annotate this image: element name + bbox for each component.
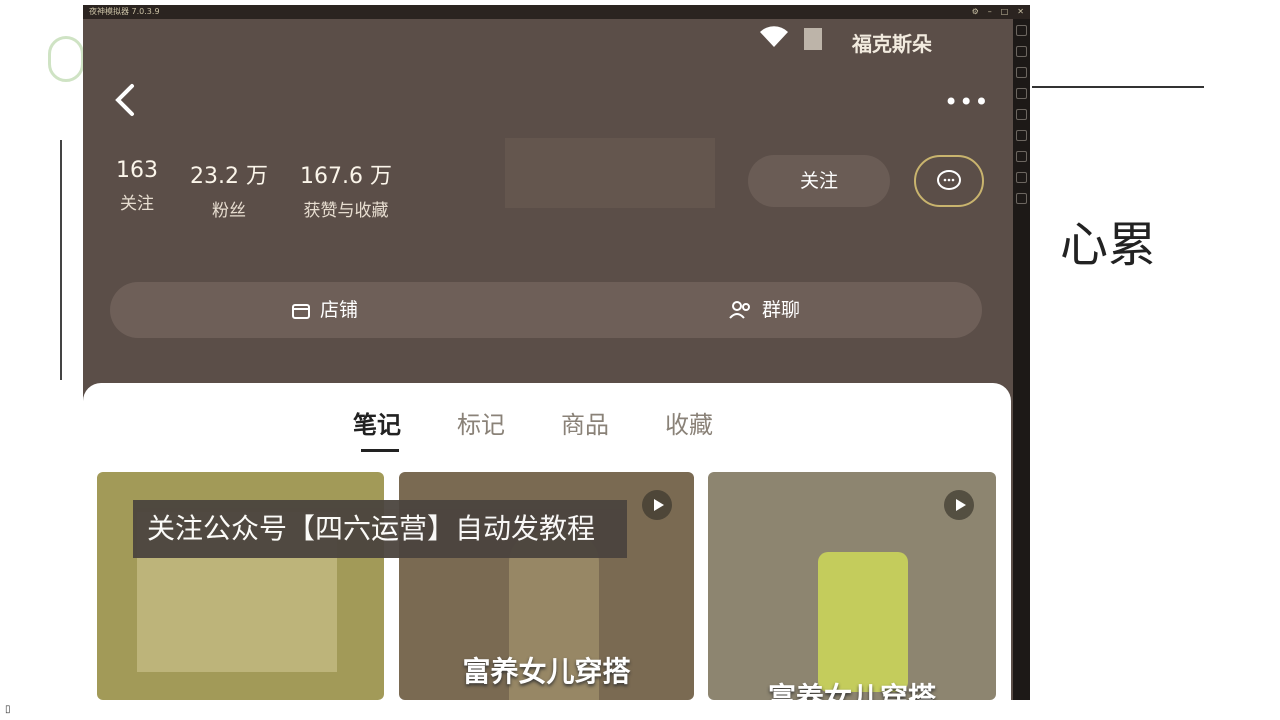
- signal-icon: [804, 28, 822, 50]
- message-button[interactable]: [914, 155, 984, 207]
- emulator-sidebar: [1013, 19, 1030, 700]
- stat-following[interactable]: 163 关注: [116, 158, 158, 221]
- stat-followers[interactable]: 23.2 万 粉丝: [190, 158, 268, 221]
- shop-group-bar: 店铺 群聊: [110, 282, 982, 338]
- whiteboard-line: [1032, 86, 1204, 88]
- shop-button[interactable]: 店铺: [290, 282, 358, 338]
- sidebar-tool-icon[interactable]: [1016, 151, 1027, 162]
- sidebar-tool-icon[interactable]: [1016, 46, 1027, 57]
- settings-icon[interactable]: ⚙: [972, 5, 979, 19]
- minimize-icon[interactable]: –: [988, 5, 992, 19]
- stat-value: 167.6 万: [299, 164, 392, 189]
- emulator-titlebar: 夜神模拟器 7.0.3.9 ⚙ – □ ✕: [83, 5, 1030, 19]
- profile-tabs: 笔记 标记 商品 收藏: [353, 405, 713, 452]
- stat-value: 23.2 万: [190, 164, 268, 189]
- stat-likes-collects[interactable]: 167.6 万 获赞与收藏: [300, 158, 392, 221]
- document-icon[interactable]: ▯: [5, 704, 11, 715]
- note-card[interactable]: 富养女儿穿搭: [708, 472, 996, 700]
- carrier-label: 福克斯朵: [852, 32, 932, 56]
- stat-label: 获赞与收藏: [303, 201, 389, 221]
- wifi-icon: [760, 26, 788, 47]
- sidebar-tool-icon[interactable]: [1016, 193, 1027, 204]
- sidebar-tool-icon[interactable]: [1016, 88, 1027, 99]
- sidebar-tool-icon[interactable]: [1016, 67, 1027, 78]
- stat-label: 关注: [120, 194, 154, 214]
- card-caption: 富养女儿穿搭: [462, 655, 631, 688]
- whiteboard-scribble: [60, 140, 82, 380]
- sidebar-tool-icon[interactable]: [1016, 25, 1027, 36]
- emulator-title: 夜神模拟器 7.0.3.9: [89, 7, 160, 16]
- chat-bubble-icon: [937, 170, 961, 190]
- tab-marks[interactable]: 标记: [457, 405, 505, 440]
- shop-icon: [292, 304, 310, 319]
- sidebar-tool-icon[interactable]: [1016, 109, 1027, 120]
- stat-value: 163: [116, 158, 158, 183]
- stat-label: 粉丝: [211, 201, 246, 221]
- group-label: 群聊: [762, 299, 801, 321]
- avatar[interactable]: [505, 138, 715, 208]
- profile-stats: 163 关注 23.2 万 粉丝 167.6 万 获赞与收藏: [116, 158, 392, 221]
- more-options-icon[interactable]: •••: [944, 88, 989, 116]
- group-icon: [729, 301, 750, 319]
- tab-products[interactable]: 商品: [561, 405, 609, 440]
- whiteboard-note: 心累: [1060, 217, 1157, 273]
- status-bar: 福克斯朵: [760, 22, 940, 56]
- play-icon: [944, 490, 974, 520]
- card-caption: 富养女儿穿搭: [767, 681, 936, 700]
- sidebar-tool-icon[interactable]: [1016, 172, 1027, 183]
- window-controls: ⚙ – □ ✕: [972, 5, 1024, 19]
- tab-collections[interactable]: 收藏: [665, 405, 713, 440]
- sidebar-tool-icon[interactable]: [1016, 130, 1027, 141]
- back-arrow-icon[interactable]: [112, 82, 142, 118]
- maximize-icon[interactable]: □: [1001, 5, 1009, 19]
- watermark-overlay: 关注公众号【四六运营】自动发教程: [133, 500, 627, 558]
- tab-notes[interactable]: 笔记: [353, 405, 401, 452]
- follow-button[interactable]: 关注: [748, 155, 890, 207]
- close-icon[interactable]: ✕: [1017, 5, 1024, 19]
- group-chat-button[interactable]: 群聊: [728, 282, 800, 338]
- whiteboard-logo-mark: [48, 36, 84, 82]
- note-thumbnail: [818, 552, 908, 692]
- shop-label: 店铺: [320, 299, 359, 321]
- play-icon: [642, 490, 672, 520]
